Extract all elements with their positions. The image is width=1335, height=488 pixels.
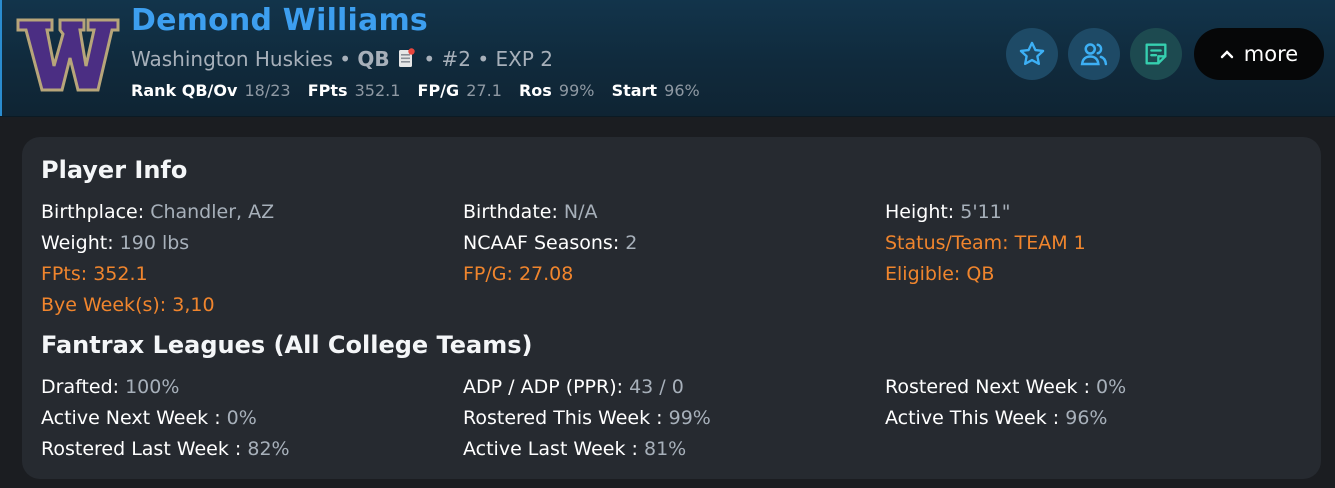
league-active-next-week: Active Next Week : 0% — [41, 407, 257, 429]
info-status-team: Status/Team: TEAM 1 — [885, 232, 1086, 254]
stat-fpts: FPts 352.1 — [307, 81, 401, 100]
separator: • — [423, 47, 436, 71]
league-active-last-week: Active Last Week : 81% — [463, 438, 687, 460]
league-adp: ADP / ADP (PPR): 43 / 0 — [463, 376, 684, 398]
stat-start: Start 96% — [611, 81, 700, 100]
chevron-up-icon — [1220, 50, 1233, 59]
info-birthplace: Birthplace: Chandler, AZ — [41, 201, 275, 223]
stat-ros: Ros 99% — [518, 81, 595, 100]
separator: • — [477, 47, 490, 71]
notes-icon — [1145, 43, 1167, 65]
watchlist-button[interactable] — [1006, 28, 1058, 80]
player-position: QB — [357, 47, 390, 71]
player-info-title: Player Info — [41, 156, 188, 184]
stat-line: Rank QB/Ov 18/23 FPts 352.1 FP/G 27.1 Ro… — [131, 81, 712, 100]
compare-players-button[interactable] — [1068, 28, 1120, 80]
separator: • — [339, 47, 352, 71]
fantrax-leagues-title: Fantrax Leagues (All College Teams) — [41, 331, 533, 359]
depth-rank: #2 — [441, 47, 472, 71]
player-subline: Washington Huskies • QB • #2 • EXP 2 — [131, 47, 553, 71]
news-note-icon[interactable] — [398, 48, 415, 69]
player-header: Demond Williams Washington Huskies • QB … — [0, 0, 1335, 117]
more-label: more — [1243, 42, 1299, 66]
info-height: Height: 5'11" — [885, 201, 1011, 223]
experience: EXP 2 — [495, 47, 554, 71]
team-name: Washington Huskies — [131, 47, 333, 71]
star-icon — [1019, 41, 1045, 66]
stat-fpg: FP/G 27.1 — [417, 81, 502, 100]
team-logo — [16, 18, 120, 92]
league-rostered-this-week: Rostered This Week : 99% — [463, 407, 711, 429]
league-drafted: Drafted: 100% — [41, 376, 180, 398]
player-name[interactable]: Demond Williams — [131, 3, 428, 38]
info-birthdate: Birthdate: N/A — [463, 201, 598, 223]
info-seasons: NCAAF Seasons: 2 — [463, 232, 638, 254]
player-details-card: Player Info Birthplace: Chandler, AZ Bir… — [22, 137, 1321, 479]
notes-button[interactable] — [1130, 28, 1182, 80]
info-eligible: Eligible: QB — [885, 263, 995, 285]
users-icon — [1080, 43, 1108, 66]
more-button[interactable]: more — [1194, 28, 1324, 80]
league-rostered-last-week: Rostered Last Week : 82% — [41, 438, 290, 460]
league-rostered-next-week: Rostered Next Week : 0% — [885, 376, 1127, 398]
info-fpg: FP/G: 27.08 — [463, 263, 574, 285]
stat-rank: Rank QB/Ov 18/23 — [131, 81, 291, 100]
league-active-this-week: Active This Week : 96% — [885, 407, 1108, 429]
info-fpts: FPts: 352.1 — [41, 263, 148, 285]
info-weight: Weight: 190 lbs — [41, 232, 190, 254]
info-bye-weeks: Bye Week(s): 3,10 — [41, 294, 215, 316]
